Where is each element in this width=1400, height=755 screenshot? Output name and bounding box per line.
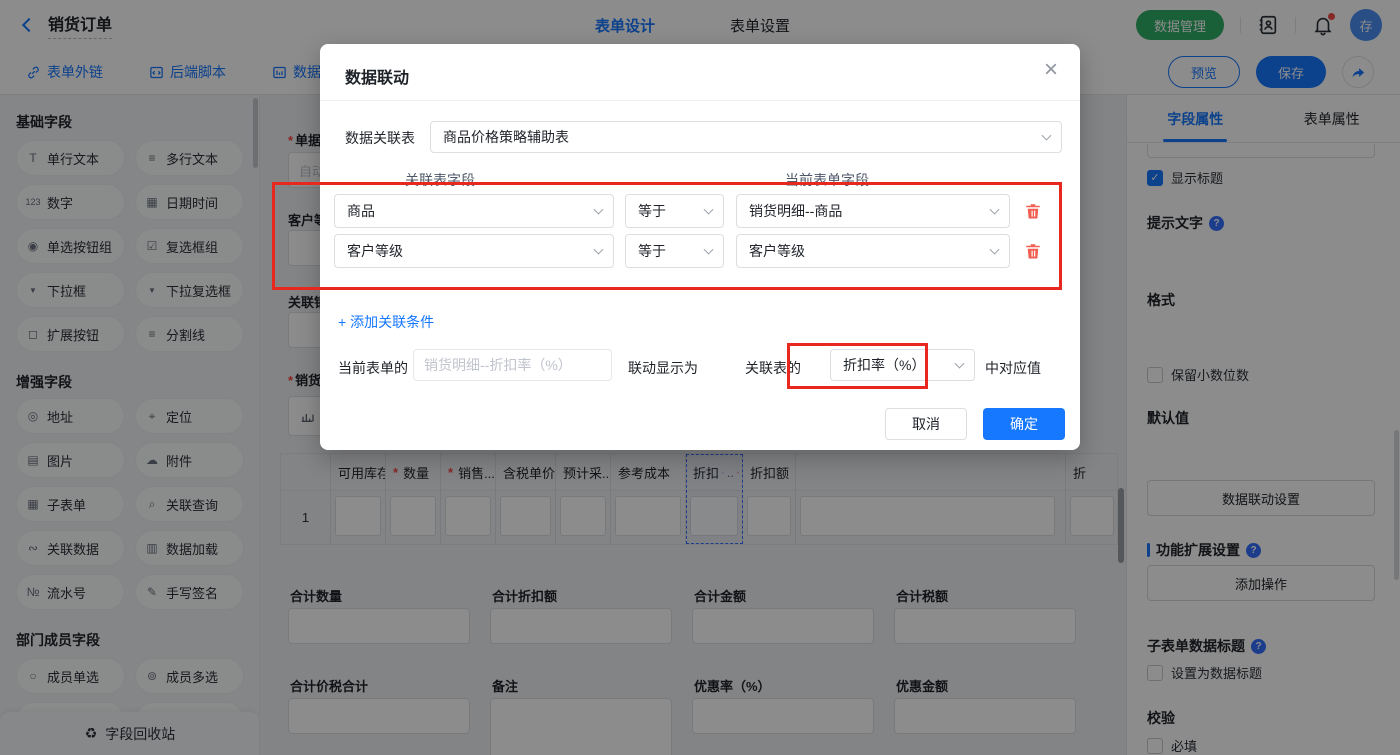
delete-condition-2-trash-icon[interactable]	[1024, 242, 1042, 260]
chevron-down-icon	[989, 244, 1000, 255]
data-linkage-modal: 数据联动 × 数据关联表 商品价格策略辅助表 关联表字段 当前表单字段 商品 等…	[320, 44, 1080, 450]
divider	[320, 100, 1080, 101]
linkage-target-field: 销货明细--折扣率（%）	[413, 349, 612, 381]
chevron-down-icon	[989, 204, 1000, 215]
condition-1-operator-select[interactable]: 等于	[625, 194, 724, 228]
confirm-button[interactable]: 确定	[983, 408, 1065, 440]
chevron-down-icon	[593, 204, 604, 215]
modal-title: 数据联动	[345, 70, 410, 87]
linkage-suffix-text: 中对应值	[985, 360, 1041, 376]
chevron-down-icon	[703, 204, 714, 215]
condition-2-operator-select[interactable]: 等于	[625, 234, 724, 268]
related-table-label: 数据关联表	[345, 130, 415, 146]
column-header-current-fields: 当前表单字段	[785, 172, 869, 188]
condition-1-left-select[interactable]: 商品	[334, 194, 614, 228]
chevron-down-icon	[703, 244, 714, 255]
linkage-prefix-text: 当前表单的	[338, 360, 408, 376]
related-table-select[interactable]: 商品价格策略辅助表	[430, 121, 1062, 153]
linkage-middle-text: 联动显示为	[628, 360, 698, 376]
chevron-down-icon	[1041, 130, 1052, 141]
linkage-source-select[interactable]: 折扣率（%）	[830, 349, 975, 381]
condition-2-right-select[interactable]: 客户等级	[736, 234, 1010, 268]
column-header-related-fields: 关联表字段	[405, 172, 475, 188]
chevron-down-icon	[954, 358, 965, 369]
chevron-down-icon	[593, 244, 604, 255]
add-condition-link[interactable]: + 添加关联条件	[338, 312, 434, 332]
linkage-of-table-text: 关联表的	[745, 360, 801, 376]
condition-1-right-select[interactable]: 销货明细--商品	[736, 194, 1010, 228]
condition-2-left-select[interactable]: 客户等级	[334, 234, 614, 268]
delete-condition-1-trash-icon[interactable]	[1024, 202, 1042, 220]
cancel-button[interactable]: 取消	[885, 408, 967, 440]
close-icon[interactable]: ×	[1044, 58, 1058, 82]
